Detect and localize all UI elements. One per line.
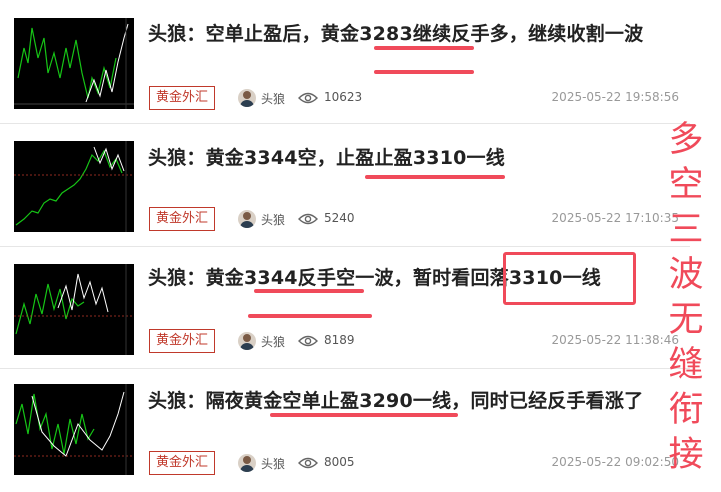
publish-date: 2025-05-22 17:10:35 bbox=[551, 211, 679, 225]
underline-mark bbox=[270, 413, 458, 417]
author-avatar bbox=[238, 89, 256, 107]
category-tag[interactable]: 黄金外汇 bbox=[149, 86, 216, 110]
publish-date: 2025-05-22 09:02:50 bbox=[551, 455, 679, 469]
article-item[interactable]: 头狼：黄金3344反手空一波，暂时看回落3310一线 黄金外汇 头狼 8189 … bbox=[0, 247, 721, 365]
divider bbox=[0, 368, 690, 369]
category-tag[interactable]: 黄金外汇 bbox=[149, 207, 216, 231]
underline-mark bbox=[374, 70, 474, 74]
underline-mark bbox=[248, 314, 372, 318]
category-tag[interactable]: 黄金外汇 bbox=[149, 329, 216, 353]
article-item[interactable]: 头狼：隔夜黄金空单止盈3290一线，同时已经反手看涨了 黄金外汇 头狼 8005… bbox=[0, 370, 721, 488]
view-count: 5240 bbox=[324, 211, 355, 225]
handwritten-annotation: 多空三波无缝衔接 bbox=[668, 120, 704, 475]
author-avatar bbox=[238, 332, 256, 350]
author-avatar bbox=[238, 210, 256, 228]
publish-date: 2025-05-22 11:38:46 bbox=[551, 333, 679, 347]
chart-thumbnail[interactable] bbox=[14, 264, 134, 355]
eye-icon bbox=[298, 335, 318, 347]
article-item[interactable]: 头狼：黄金3344空，止盈止盈3310一线 黄金外汇 头狼 5240 2025-… bbox=[0, 124, 721, 242]
chart-thumbnail[interactable] bbox=[14, 18, 134, 109]
category-tag[interactable]: 黄金外汇 bbox=[149, 451, 216, 475]
author-avatar bbox=[238, 454, 256, 472]
article-item[interactable]: 头狼：空单止盈后，黄金3283继续反手多，继续收割一波 黄金外汇 头狼 1062… bbox=[0, 0, 721, 118]
view-count: 8189 bbox=[324, 333, 355, 347]
highlight-box bbox=[503, 252, 636, 305]
article-title[interactable]: 头狼：隔夜黄金空单止盈3290一线，同时已经反手看涨了 bbox=[148, 386, 643, 413]
article-title[interactable]: 头狼：空单止盈后，黄金3283继续反手多，继续收割一波 bbox=[148, 19, 643, 46]
underline-mark bbox=[254, 289, 364, 293]
article-title[interactable]: 头狼：黄金3344空，止盈止盈3310一线 bbox=[148, 143, 505, 170]
author-name[interactable]: 头狼 bbox=[261, 211, 285, 228]
author-name[interactable]: 头狼 bbox=[261, 333, 285, 350]
eye-icon bbox=[298, 92, 318, 104]
underline-mark bbox=[365, 175, 505, 179]
publish-date: 2025-05-22 19:58:56 bbox=[551, 90, 679, 104]
chart-thumbnail[interactable] bbox=[14, 141, 134, 232]
view-count: 10623 bbox=[324, 90, 363, 104]
eye-icon bbox=[298, 213, 318, 225]
eye-icon bbox=[298, 457, 318, 469]
chart-thumbnail[interactable] bbox=[14, 384, 134, 475]
author-name[interactable]: 头狼 bbox=[261, 455, 285, 472]
view-count: 8005 bbox=[324, 455, 355, 469]
underline-mark bbox=[374, 46, 474, 50]
author-name[interactable]: 头狼 bbox=[261, 90, 285, 107]
